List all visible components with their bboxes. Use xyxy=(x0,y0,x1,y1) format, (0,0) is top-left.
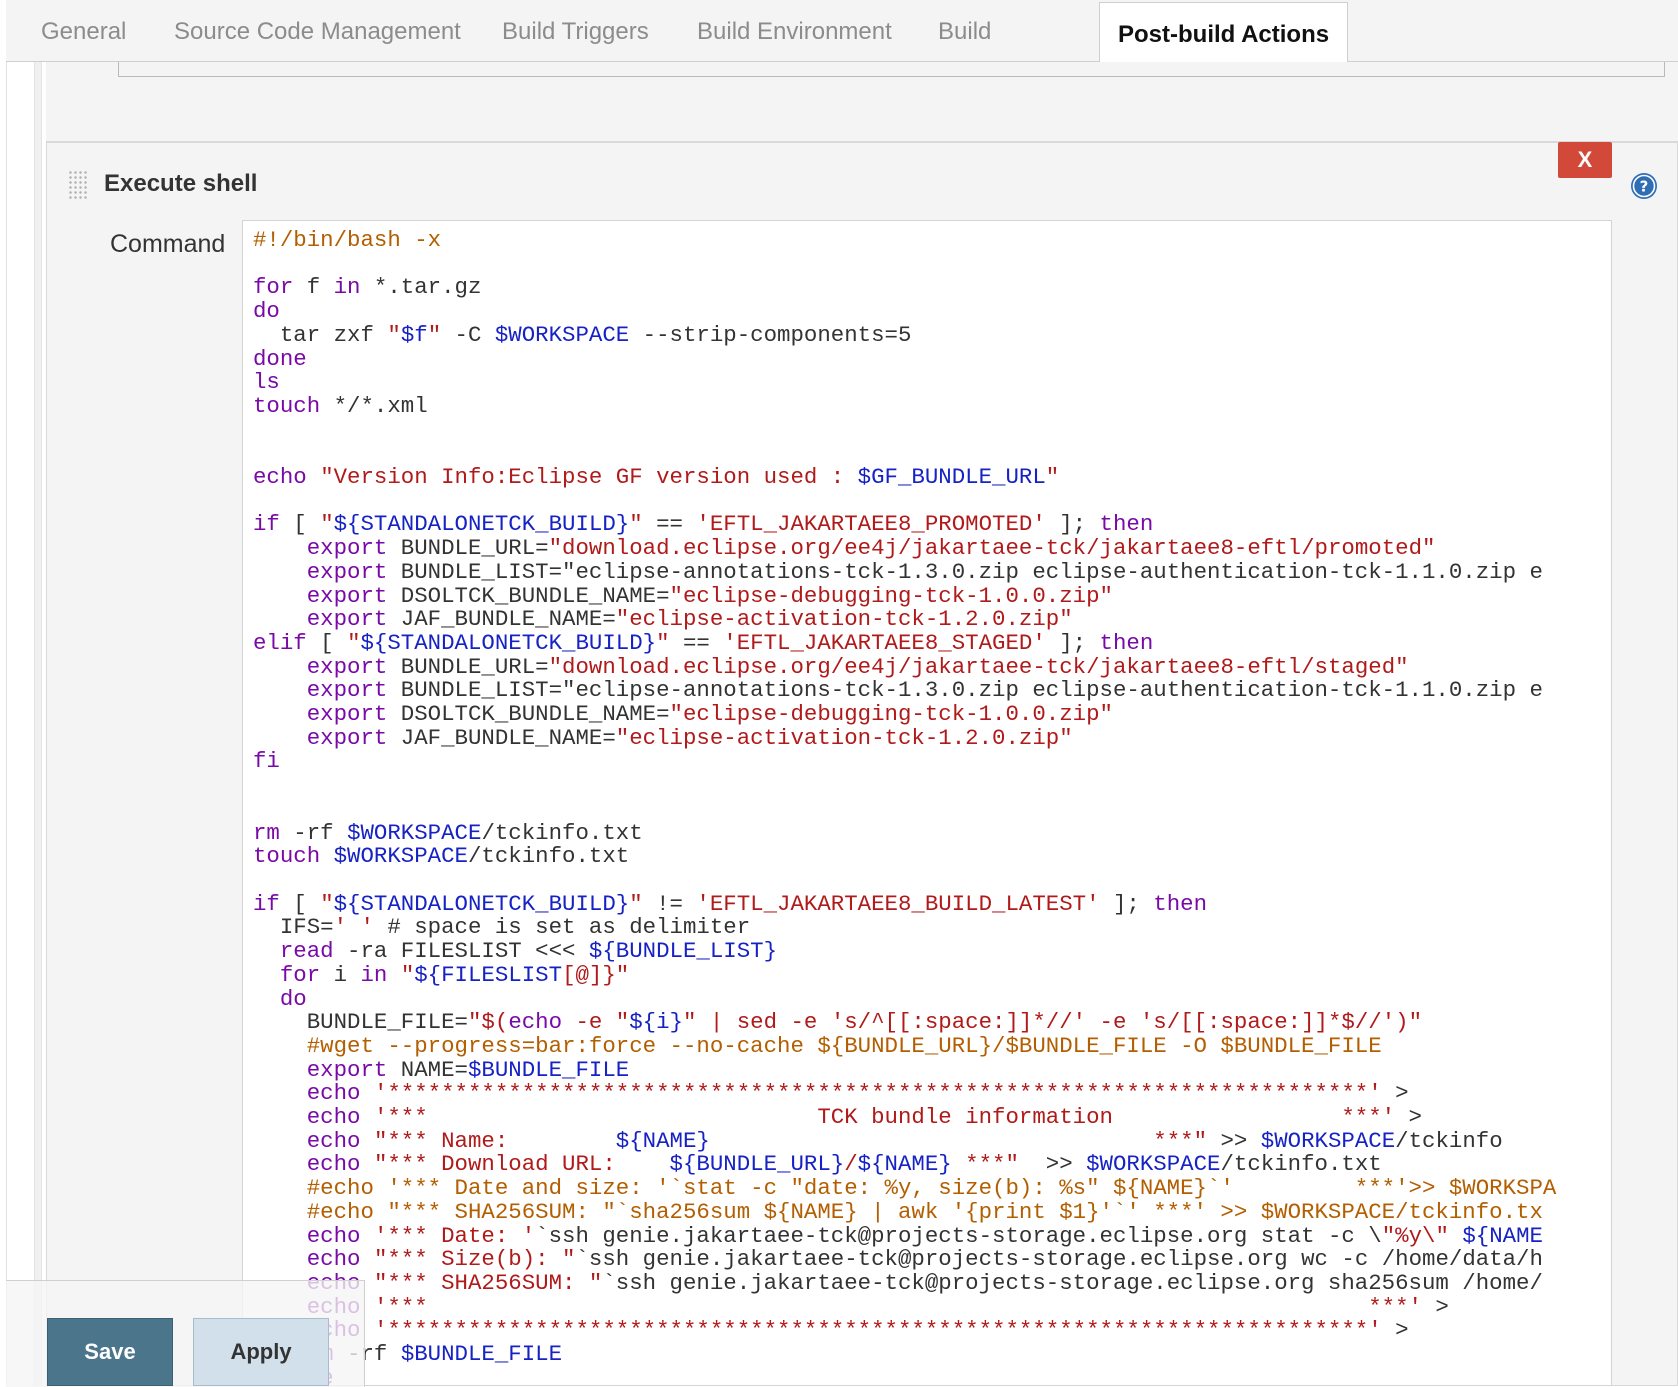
code-line: if [ "${STANDALONETCK_BUILD}" != 'EFTL_J… xyxy=(253,890,1208,917)
code-line: #wget --progress=bar:force --no-cache ${… xyxy=(253,1032,1382,1059)
code-line: for f in *.tar.gz xyxy=(253,274,482,301)
code-line: echo "*** Size(b): "`ssh genie.jakartaee… xyxy=(306,1246,1543,1273)
code-line: touch $WORKSPACE/tckinfo.txt xyxy=(253,843,630,870)
code-line: echo "*** Name: ${NAME} ***" >> $WORKSPA… xyxy=(306,1127,1503,1154)
code-line: echo '*** TCK bundle information ***' > xyxy=(306,1104,1422,1131)
code-line: rm -rf $BUNDLE_FILE xyxy=(307,1341,563,1368)
code-line: tar zxf "$f" -C $WORKSPACE --strip-compo… xyxy=(253,321,912,348)
code-line: echo '*** ***' > xyxy=(307,1293,1449,1320)
code-line: export BUNDLE_URL="download.eclipse.org/… xyxy=(306,535,1436,562)
code-line: export JAF_BUNDLE_NAME="eclipse-activati… xyxy=(306,606,1073,633)
code-line: export BUNDLE_URL="download.eclipse.org/… xyxy=(306,653,1409,680)
apply-button[interactable]: Apply xyxy=(193,1318,329,1386)
code-line: done xyxy=(253,345,307,372)
command-label: Command xyxy=(110,230,226,258)
code-line: echo '**********************************… xyxy=(306,1080,1409,1107)
code-line: export BUNDLE_LIST="eclipse-annotations-… xyxy=(306,558,1543,585)
code-line: touch */*.xml xyxy=(253,392,428,419)
command-code[interactable]: #!/bin/bash -x​for f in *.tar.gzdo tar z… xyxy=(243,221,1611,1385)
code-line: #echo '*** Date and size: '`stat -c "dat… xyxy=(253,1175,1557,1202)
code-line: do xyxy=(253,298,280,325)
svg-text:?: ? xyxy=(1640,178,1649,196)
save-button[interactable]: Save xyxy=(47,1318,173,1386)
code-line: echo '*** Date: '`ssh genie.jakartaee-tc… xyxy=(306,1222,1543,1249)
tab-post-build-actions[interactable]: Post-build Actions xyxy=(1099,2,1349,63)
code-line: export JAF_BUNDLE_NAME="eclipse-activati… xyxy=(306,724,1073,751)
code-line: ​ xyxy=(253,419,1601,443)
code-line: IFS=' ' # space is set as delimiter xyxy=(253,914,751,941)
tab-bar: General Source Code Management Build Tri… xyxy=(6,0,1678,63)
code-line: done xyxy=(253,1366,1601,1385)
code-line: #echo "*** SHA256SUM: "`sha256sum ${NAME… xyxy=(253,1198,1543,1225)
previous-section-panel xyxy=(46,62,1678,142)
section-title: Execute shell xyxy=(104,170,258,197)
tab-general[interactable]: General xyxy=(41,0,126,62)
section-indent-rail xyxy=(34,62,42,1386)
code-line: fi xyxy=(253,748,280,775)
code-line: do xyxy=(279,985,307,1012)
code-line: echo '**********************************… xyxy=(307,1317,1409,1344)
page-left-border xyxy=(6,62,7,1386)
code-line: ​ xyxy=(253,442,1601,466)
code-line: #!/bin/bash -x xyxy=(253,227,442,253)
code-line: elif [ "${STANDALONETCK_BUILD}" == 'EFTL… xyxy=(253,629,1154,656)
tab-build-environment[interactable]: Build Environment xyxy=(697,0,892,62)
tab-build-triggers[interactable]: Build Triggers xyxy=(502,0,649,62)
code-line: ​ xyxy=(253,798,1601,822)
code-line: export DSOLTCK_BUNDLE_NAME="eclipse-debu… xyxy=(306,582,1113,609)
code-line: if [ "${STANDALONETCK_BUILD}" == 'EFTL_J… xyxy=(253,511,1154,538)
code-line: echo "Version Info:Eclipse GF version us… xyxy=(253,464,1060,491)
code-line: ​ xyxy=(253,774,1601,798)
help-circle-icon[interactable]: ? xyxy=(1630,172,1658,200)
drag-handle-icon[interactable] xyxy=(68,170,88,200)
command-editor[interactable]: #!/bin/bash -x​for f in *.tar.gzdo tar z… xyxy=(242,220,1612,1386)
code-line: rm -rf $WORKSPACE/tckinfo.txt xyxy=(253,819,643,846)
code-line: export NAME=$BUNDLE_FILE xyxy=(306,1056,630,1083)
code-line: read -ra FILESLIST <<< ${BUNDLE_LIST} xyxy=(279,938,778,965)
code-line: ​ xyxy=(253,490,1601,514)
tab-source-code-management[interactable]: Source Code Management xyxy=(174,0,461,62)
code-line: ls xyxy=(253,369,280,396)
previous-section-box xyxy=(118,62,1665,77)
code-line: export DSOLTCK_BUNDLE_NAME="eclipse-debu… xyxy=(306,701,1113,728)
code-line: export BUNDLE_LIST="eclipse-annotations-… xyxy=(306,677,1543,704)
code-line: echo "*** SHA256SUM: "`ssh genie.jakarta… xyxy=(307,1269,1543,1296)
delete-step-button[interactable]: X xyxy=(1558,142,1612,178)
code-line: echo "*** Download URL: ${BUNDLE_URL}/${… xyxy=(306,1151,1382,1178)
code-line: BUNDLE_FILE="$(echo -e "${i}" | sed -e '… xyxy=(253,1009,1423,1036)
tab-build[interactable]: Build xyxy=(938,0,991,62)
code-line: ​ xyxy=(253,253,1601,277)
code-line: ​ xyxy=(253,869,1601,893)
code-line: for i in "${FILESLIST[@]}" xyxy=(279,961,630,988)
